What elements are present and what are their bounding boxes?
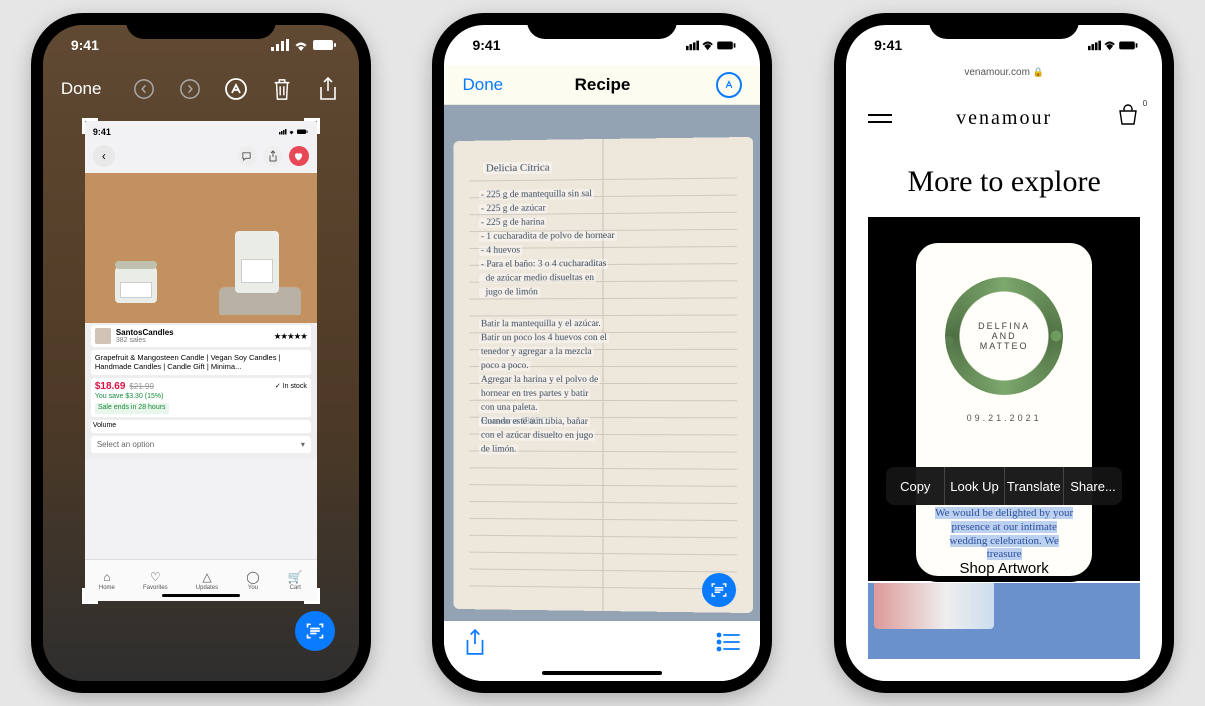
sale-badge: Sale ends in 28 hours: [95, 403, 169, 414]
crop-handle-tr[interactable]: [304, 118, 320, 134]
inner-tabbar: ⌂Home ♡Favorites △Updates ◯You 🛒Cart: [85, 559, 317, 601]
section-heading: More to explore: [846, 165, 1162, 199]
status-time: 9:41: [874, 37, 902, 53]
list-button[interactable]: [716, 632, 740, 657]
redo-button[interactable]: [177, 76, 203, 102]
wreath-artwork: DELFINA AND MATTEO: [939, 271, 1069, 401]
home-indicator: [542, 671, 662, 675]
done-button[interactable]: Done: [61, 79, 102, 99]
url-text: venamour.com: [964, 67, 1030, 78]
price-old: $21.99: [129, 382, 153, 392]
tab-home[interactable]: ⌂Home: [99, 570, 115, 591]
menu-share[interactable]: Share...: [1064, 467, 1122, 505]
preview-screen: DELFINA AND MATTEO 09.21.2021 We would b…: [916, 243, 1092, 576]
shop-artwork-link[interactable]: Shop Artwork: [846, 560, 1162, 577]
inner-status-bar: 9:41: [85, 121, 317, 139]
status-icons: [271, 39, 337, 51]
undo-button[interactable]: [131, 76, 157, 102]
menu-button[interactable]: [868, 114, 892, 123]
share-button[interactable]: [464, 628, 486, 661]
tab-updates[interactable]: △Updates: [196, 570, 218, 591]
seller-name: SantosCandles: [116, 328, 174, 337]
status-icons: [686, 39, 738, 51]
device-notch: [126, 13, 276, 39]
device-notch: [527, 13, 677, 39]
status-time: 9:41: [472, 37, 500, 53]
seller-row[interactable]: SantosCandles 382 sales ★★★★★: [91, 325, 311, 347]
screen: 9:41 venamour.com 🔒 venamour 0 More to e…: [846, 25, 1162, 681]
tab-favorites[interactable]: ♡Favorites: [143, 570, 168, 591]
tab-you[interactable]: ◯You: [246, 570, 259, 591]
address-bar[interactable]: venamour.com 🔒: [846, 67, 1162, 78]
phone-markup-editor: 9:41 Done: [31, 13, 371, 693]
product-title: Grapefruit & Mangosteen Candle | Vegan S…: [91, 350, 311, 375]
markup-button[interactable]: [716, 72, 742, 98]
product-image: [85, 173, 317, 323]
comment-icon[interactable]: [237, 146, 257, 166]
delete-button[interactable]: [269, 76, 295, 102]
rating-stars: ★★★★★: [274, 331, 307, 342]
selected-text[interactable]: We would be delighted by your presence a…: [934, 507, 1074, 562]
finish-text[interactable]: Cuando esté aún tibia, bañar con el azúc…: [479, 415, 703, 458]
menu-lookup[interactable]: Look Up: [945, 467, 1004, 505]
recipe-title[interactable]: Delicia Cítrica: [483, 162, 553, 175]
seller-sales: 382 sales: [116, 337, 174, 344]
price-box: $18.69 $21.99 ✓ In stock You save $3.30 …: [91, 378, 311, 417]
candle-short: [115, 267, 157, 303]
candle-tall: [235, 231, 279, 293]
device-notch: [929, 13, 1079, 39]
stock-status: ✓ In stock: [275, 383, 307, 392]
markup-toolbar: Done: [43, 67, 359, 111]
favorite-icon[interactable]: [289, 146, 309, 166]
cart-count: 0: [1143, 99, 1147, 108]
markup-tool-button[interactable]: [223, 76, 249, 102]
signal-icon: [271, 39, 289, 51]
status-time: 9:41: [71, 37, 99, 53]
phone-safari-venamour: 9:41 venamour.com 🔒 venamour 0 More to e…: [834, 13, 1174, 693]
note-title: Recipe: [444, 75, 760, 95]
battery-icon: [313, 39, 337, 51]
bottom-toolbar: [444, 621, 760, 681]
volume-select[interactable]: Select an option ▾: [91, 436, 311, 453]
share-button[interactable]: [315, 76, 341, 102]
invite-names: DELFINA AND MATTEO: [939, 271, 1069, 401]
select-placeholder: Select an option: [97, 440, 154, 449]
price: $18.69: [95, 381, 126, 394]
site-header: venamour 0: [846, 91, 1162, 145]
lock-icon: 🔒: [1033, 67, 1044, 77]
tab-cart[interactable]: 🛒Cart: [288, 570, 303, 591]
status-icons: [1088, 39, 1140, 51]
back-button[interactable]: ‹: [93, 145, 115, 167]
text-selection-menu: Copy Look Up Translate Share...: [886, 467, 1122, 505]
seller-avatar: [95, 328, 111, 344]
invite-date: 09.21.2021: [967, 413, 1042, 423]
crop-handle-tl[interactable]: [82, 118, 98, 134]
screenshot-crop-area[interactable]: 9:41 ‹: [85, 121, 317, 601]
next-card-image: [874, 583, 994, 629]
inner-nav: ‹: [85, 139, 317, 173]
notebook-page: Delicia Cítrica - 225 g de mantequilla s…: [454, 137, 754, 613]
note-toolbar: Done Recipe: [444, 65, 760, 105]
chevron-down-icon: ▾: [301, 440, 305, 449]
product-details: SantosCandles 382 sales ★★★★★ Grapefruit…: [85, 323, 317, 459]
notebook-photo: Delicia Cítrica - 225 g de mantequilla s…: [444, 105, 760, 621]
menu-translate[interactable]: Translate: [1005, 467, 1064, 505]
inner-share-icon[interactable]: [263, 146, 283, 166]
live-text-fab[interactable]: [295, 611, 335, 651]
site-logo[interactable]: venamour: [892, 107, 1116, 130]
inner-home-indicator: [162, 594, 240, 597]
savings: You save $3.30 (15%): [95, 393, 307, 402]
steps-text[interactable]: Batir la mantequilla y el azúcar. Batir …: [479, 317, 713, 430]
menu-copy[interactable]: Copy: [886, 467, 945, 505]
wifi-icon: [293, 39, 309, 51]
ingredients-text[interactable]: - 225 g de mantequilla sin sal - 225 g d…: [479, 186, 701, 300]
cart-button[interactable]: 0: [1116, 104, 1140, 133]
next-card[interactable]: [868, 583, 1140, 659]
phone-notes-recipe: 9:41 Done Recipe Delicia Cítrica - 225 g…: [432, 13, 772, 693]
volume-label: Volume: [91, 420, 311, 433]
screen: 9:41 Done Recipe Delicia Cítrica - 225 g…: [444, 25, 760, 681]
screen: 9:41 Done: [43, 25, 359, 681]
preview-phone: DELFINA AND MATTEO 09.21.2021 We would b…: [910, 237, 1098, 582]
artwork-card[interactable]: DELFINA AND MATTEO 09.21.2021 We would b…: [868, 217, 1140, 581]
